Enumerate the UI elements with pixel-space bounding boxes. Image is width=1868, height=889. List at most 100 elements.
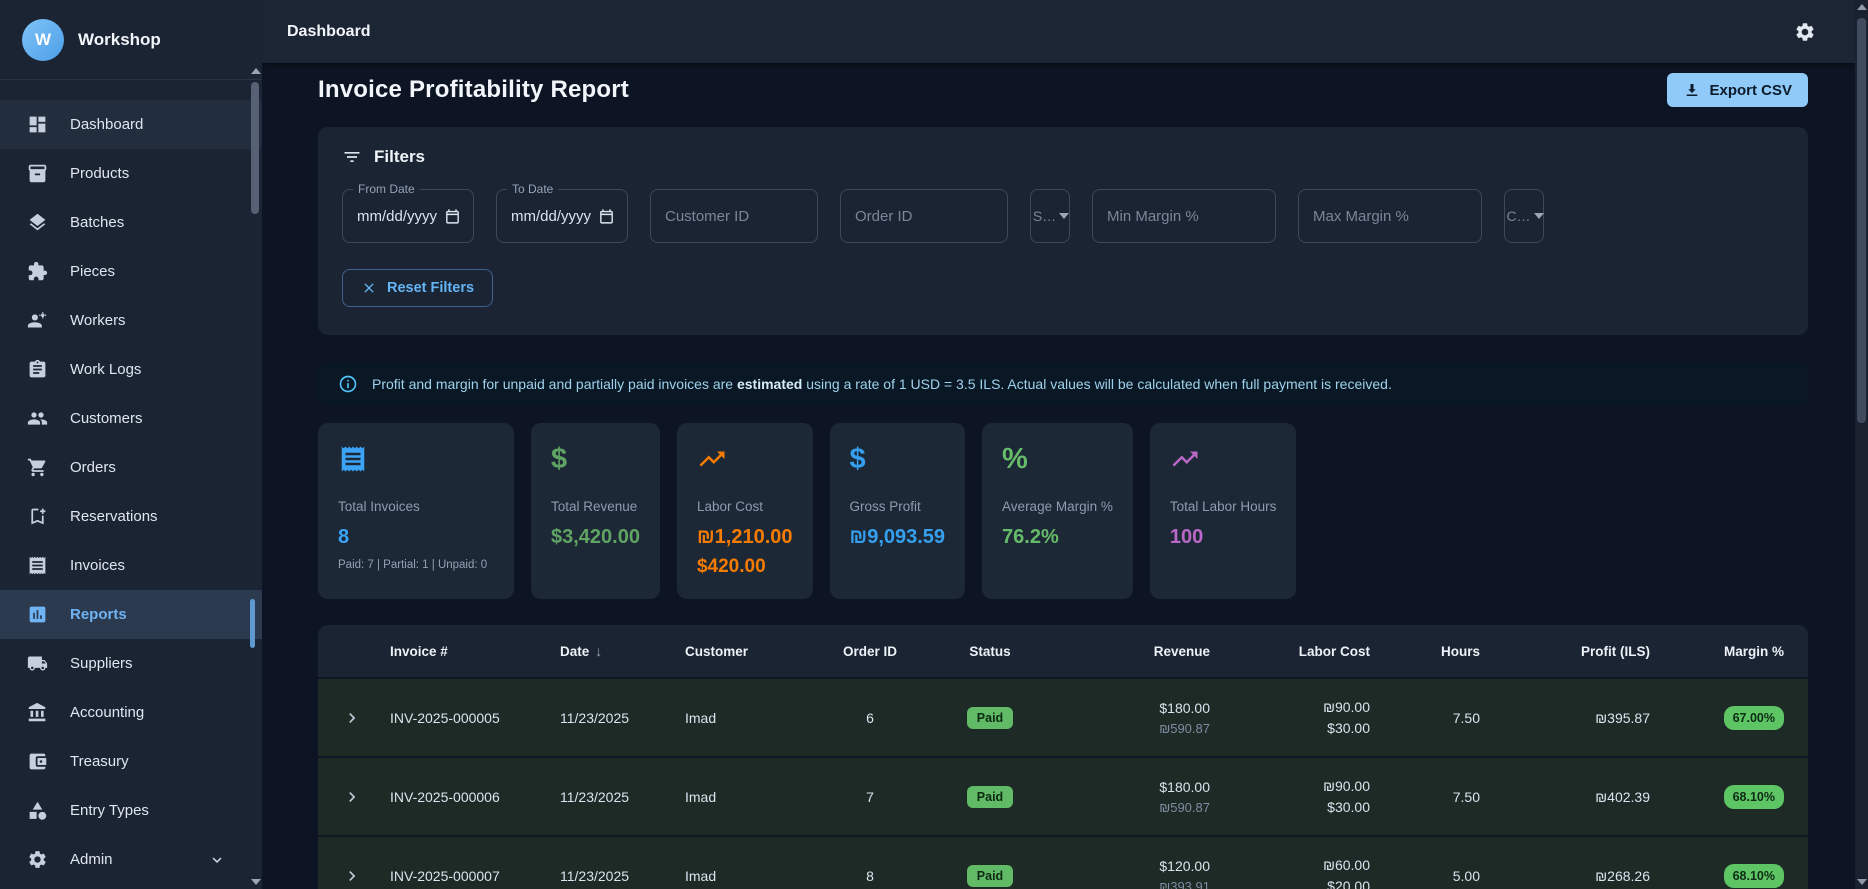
stat-label: Total Revenue (551, 499, 638, 514)
dropdown-caret-icon (1533, 213, 1544, 219)
calendar-icon[interactable] (598, 208, 615, 225)
currency-select[interactable]: C… (1504, 189, 1544, 243)
sidebar-item-reports[interactable]: Reports (0, 590, 262, 639)
cell-order-id: 7 (866, 788, 874, 805)
sidebar-item-batches[interactable]: Batches (0, 198, 262, 247)
sidebar-item-treasury[interactable]: Treasury (0, 737, 262, 786)
header-labor-cost[interactable]: Labor Cost (1210, 644, 1370, 659)
from-date-field[interactable]: From Date mm/dd/yyyy (342, 182, 474, 243)
cell-customer: Imad (685, 709, 717, 726)
header-hours[interactable]: Hours (1370, 644, 1480, 659)
sidebar-item-workers[interactable]: Workers (0, 296, 262, 345)
sidebar-item-invoices[interactable]: Invoices (0, 541, 262, 590)
header-profit[interactable]: Profit (ILS) (1480, 644, 1650, 659)
close-icon (364, 283, 374, 293)
status-select[interactable]: S… (1030, 189, 1070, 243)
cell-profit: ₪402.39 (1595, 788, 1650, 805)
from-date-value: mm/dd/yyyy (357, 207, 438, 225)
sidebar-item-label: Dashboard (70, 116, 144, 133)
cell-invoice: INV-2025-000005 (390, 709, 500, 726)
min-margin-field[interactable] (1092, 189, 1276, 243)
table-row[interactable]: INV-2025-000006 11/23/2025 Imad 7 Paid $… (318, 756, 1808, 835)
app-root: W Workshop Dashboard Products Batches Pi… (0, 0, 1868, 889)
cell-revenue-ils: ₪393.91 (1159, 878, 1210, 889)
puzzle-icon (26, 261, 48, 283)
header-customer[interactable]: Customer (685, 644, 810, 659)
category-icon (26, 800, 48, 822)
sidebar-item-work-logs[interactable]: Work Logs (0, 345, 262, 394)
page-scrollbar-thumb[interactable] (1857, 18, 1866, 423)
bookmark-add-icon (26, 506, 48, 528)
sidebar-item-entry-types[interactable]: Entry Types (0, 786, 262, 835)
table-row[interactable]: INV-2025-000005 11/23/2025 Imad 6 Paid $… (318, 677, 1808, 756)
stat-value: ₪1,210.00 (696, 526, 793, 548)
header-status[interactable]: Status (930, 644, 1050, 659)
header-revenue[interactable]: Revenue (1050, 644, 1210, 659)
sidebar-item-dashboard[interactable]: Dashboard (0, 100, 262, 149)
brand-avatar: W (22, 18, 64, 61)
status-select-value: S… (1032, 208, 1057, 224)
scroll-down-icon[interactable] (251, 879, 261, 885)
status-badge: Paid (966, 864, 1014, 887)
sidebar-item-admin[interactable]: Admin (0, 835, 262, 884)
sidebar-scrollbar-thumb[interactable] (251, 82, 259, 214)
table-row[interactable]: INV-2025-000007 11/23/2025 Imad 8 Paid $… (318, 835, 1808, 889)
sidebar-item-orders[interactable]: Orders (0, 443, 262, 492)
header-date[interactable]: Date ↓ (560, 643, 685, 659)
chevron-right-icon[interactable] (342, 708, 390, 728)
sidebar-item-reservations[interactable]: Reservations (0, 492, 262, 541)
stats-row: Total Invoices 8 Paid: 7 | Partial: 1 | … (318, 423, 1808, 599)
chevron-right-icon[interactable] (342, 866, 390, 886)
to-date-field[interactable]: To Date mm/dd/yyyy (496, 182, 628, 243)
chevron-right-icon[interactable] (342, 787, 390, 807)
sidebar-item-label: Batches (70, 214, 125, 231)
header-order-id[interactable]: Order ID (810, 644, 930, 659)
chevron-down-icon[interactable] (208, 851, 226, 869)
page-scrollbar[interactable] (1855, 0, 1868, 889)
sidebar-item-label: Workers (70, 312, 126, 329)
sidebar-scrollbar[interactable] (250, 66, 261, 887)
sidebar-item-label: Products (70, 165, 130, 182)
header-margin[interactable]: Margin % (1650, 644, 1784, 659)
scroll-up-icon[interactable] (1857, 4, 1867, 10)
order-id-field[interactable] (840, 189, 1008, 243)
cell-date: 11/23/2025 (560, 867, 630, 884)
filters-title: Filters (374, 147, 426, 166)
topbar-title: Dashboard (287, 22, 371, 40)
settings-gear-icon[interactable] (1794, 21, 1816, 43)
stat-total-labor-hours: Total Labor Hours 100 (1149, 423, 1297, 599)
sidebar-item-accounting[interactable]: Accounting (0, 688, 262, 737)
topbar: Dashboard (262, 0, 1868, 63)
from-date-label: From Date (353, 182, 420, 196)
header-invoice[interactable]: Invoice # (390, 644, 560, 659)
max-margin-input[interactable] (1313, 207, 1469, 225)
stat-label: Total Invoices (338, 499, 420, 514)
invoices-table: Invoice # Date ↓ Customer Order ID Status… (318, 625, 1808, 889)
dashboard-icon (26, 114, 48, 136)
info-icon (339, 375, 357, 393)
filter-icon (344, 152, 360, 162)
scroll-up-icon[interactable] (251, 68, 261, 74)
bar-chart-icon (26, 604, 48, 626)
to-date-value: mm/dd/yyyy (511, 207, 592, 225)
sidebar-item-label: Entry Types (70, 802, 149, 819)
sidebar-item-pieces[interactable]: Pieces (0, 247, 262, 296)
sidebar-item-customers[interactable]: Customers (0, 394, 262, 443)
customer-id-field[interactable] (650, 189, 818, 243)
sidebar: W Workshop Dashboard Products Batches Pi… (0, 0, 262, 889)
sidebar-item-suppliers[interactable]: Suppliers (0, 639, 262, 688)
clipboard-icon (26, 359, 48, 381)
min-margin-input[interactable] (1107, 207, 1263, 225)
sidebar-item-products[interactable]: Products (0, 149, 262, 198)
customer-id-input[interactable] (665, 207, 805, 225)
scroll-down-icon[interactable] (1857, 879, 1867, 885)
max-margin-field[interactable] (1298, 189, 1482, 243)
stat-gross-profit: $ Gross Profit ₪9,093.59 (829, 423, 966, 599)
sidebar-item-label: Treasury (70, 753, 129, 770)
people-icon (26, 408, 48, 430)
cell-invoice: INV-2025-000007 (390, 867, 500, 884)
reset-filters-button[interactable]: Reset Filters (342, 269, 494, 307)
export-csv-button[interactable]: Export CSV (1667, 73, 1808, 107)
order-id-input[interactable] (855, 207, 995, 225)
calendar-icon[interactable] (444, 208, 461, 225)
